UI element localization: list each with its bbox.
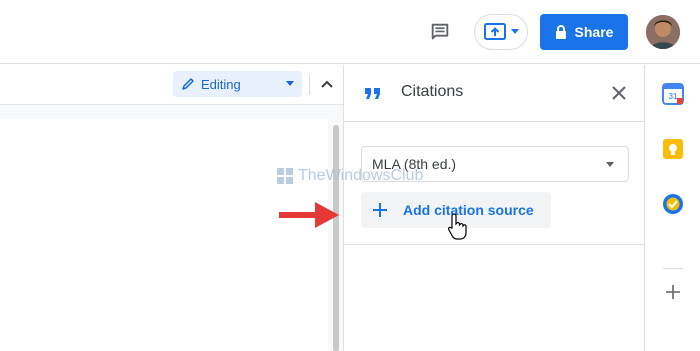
avatar-image [646, 15, 680, 49]
calendar-date: 31 [669, 92, 678, 101]
watermark-text: TheWindowsClub [298, 167, 424, 184]
citations-panel: Citations MLA (8th ed.) Add citation sou… [343, 65, 644, 351]
comment-history-button[interactable] [426, 18, 454, 46]
plus-icon [373, 203, 387, 217]
close-icon[interactable] [610, 84, 628, 102]
side-apps-panel: 31 [644, 65, 700, 351]
present-to-all-icon [484, 23, 506, 40]
windows-logo-icon [277, 168, 293, 184]
red-arrow-icon [279, 202, 339, 228]
chevron-down-icon [286, 81, 294, 86]
citations-header: Citations [344, 65, 644, 122]
format-quote-icon [365, 88, 380, 99]
document-page[interactable] [0, 119, 328, 351]
chevron-down-icon [606, 162, 614, 167]
hide-menus-button[interactable] [316, 73, 338, 95]
editing-toolbar: Editing [0, 65, 343, 103]
watermark: TheWindowsClub [276, 167, 423, 185]
lock-icon [555, 25, 566, 39]
google-keep-icon[interactable] [662, 138, 684, 160]
editing-mode-label: Editing [201, 76, 241, 92]
google-tasks-icon[interactable] [662, 193, 684, 215]
share-button[interactable]: Share [540, 14, 628, 50]
citations-title: Citations [401, 83, 464, 100]
top-header: Share [0, 0, 700, 64]
comment-icon [431, 23, 449, 40]
present-button[interactable] [474, 14, 528, 50]
document-scrollbar[interactable] [333, 125, 339, 351]
google-calendar-icon[interactable]: 31 [662, 83, 684, 105]
toolbar-divider [309, 75, 310, 95]
side-panel-divider [663, 268, 683, 269]
plus-icon[interactable] [665, 284, 681, 300]
chevron-down-icon [511, 29, 519, 34]
google-docs-window: Share Editing Citations MLA (8th ed.) Ad… [0, 0, 700, 351]
hand-cursor-icon [448, 213, 467, 240]
editing-mode-dropdown[interactable]: Editing [173, 71, 302, 97]
share-label: Share [574, 24, 614, 40]
account-avatar[interactable] [646, 15, 680, 49]
citations-divider [344, 244, 644, 245]
chevron-up-icon [321, 80, 333, 88]
pencil-icon [182, 78, 194, 90]
